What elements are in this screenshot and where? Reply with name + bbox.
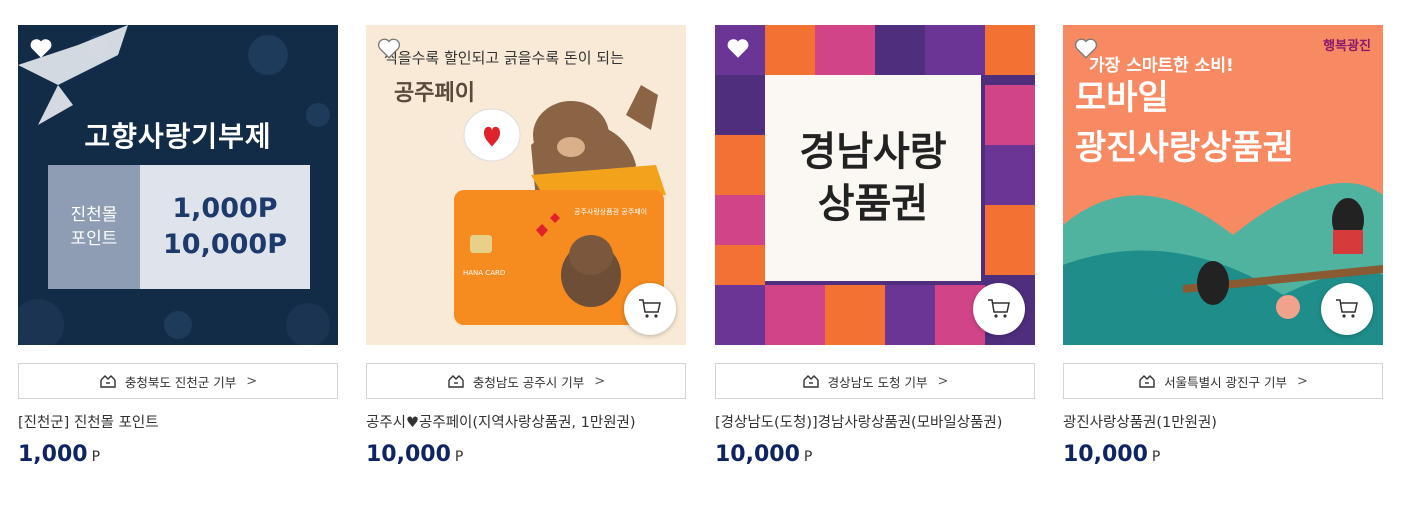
price-unit: P	[803, 449, 813, 465]
heart-icon[interactable]	[376, 35, 402, 61]
product-name[interactable]: 공주시♥공주페이(지역사랑상품권, 1만원권)	[366, 413, 686, 434]
product-grid: 고향사랑기부제 진천몰 포인트 1,000P 10,000P 충청북도 진천군 …	[18, 25, 1384, 515]
brand-logo: 행복광진	[1323, 39, 1371, 54]
cart-icon	[988, 299, 1010, 318]
banner-big-line1: 모바일	[1075, 78, 1169, 118]
price-value: 10,000	[1063, 442, 1148, 467]
add-to-cart-button[interactable]	[624, 283, 676, 335]
product-thumbnail[interactable]: 찍을수록 할인되고 긁을수록 돈이 되는 공주페이 HANA CARD 공주사랑…	[366, 25, 686, 345]
cart-icon	[1336, 299, 1358, 318]
ticket-value1: 1,000P	[172, 193, 278, 224]
banner-title: 고향사랑기부제	[84, 120, 272, 153]
heart-icon[interactable]	[725, 35, 751, 61]
banner-title-line2: 상품권	[817, 181, 929, 227]
donate-label: 경상남도 도청 기부	[827, 374, 928, 390]
add-to-cart-button[interactable]	[1321, 283, 1373, 335]
price-unit: P	[454, 449, 464, 465]
price-value: 10,000	[715, 442, 800, 467]
product-card: 가장 스마트한 소비! 모바일 광진사랑상품권 행복광진 서울특별시 광진구 기…	[1063, 25, 1383, 467]
product-name[interactable]: [경상남도(도청)]경남사랑상품권(모바일상품권)	[715, 413, 1035, 434]
add-to-cart-button[interactable]	[973, 283, 1025, 335]
donate-button[interactable]: 서울특별시 광진구 기부 >	[1063, 363, 1383, 399]
chevron-right-icon: >	[937, 373, 949, 389]
heart-icon[interactable]	[1073, 35, 1099, 61]
price-unit: P	[1151, 449, 1161, 465]
product-thumbnail[interactable]: 고향사랑기부제 진천몰 포인트 1,000P 10,000P	[18, 25, 338, 345]
product-card: 경남사랑 상품권 경상남도 도청 기부 > [경상남도(도청)]경남사랑상품권(…	[715, 25, 1035, 467]
banner-big-line2: 광진사랑상품권	[1075, 128, 1294, 168]
ticket-graphic: 진천몰 포인트 1,000P 10,000P	[48, 165, 310, 289]
ticket-left-line1: 진천몰	[70, 205, 118, 225]
donate-label: 충청북도 진천군 기부	[124, 374, 237, 390]
donate-button[interactable]: 경상남도 도청 기부 >	[715, 363, 1035, 399]
cart-icon	[639, 299, 661, 318]
banner-title: 경남사랑 상품권	[765, 75, 981, 281]
product-thumbnail[interactable]: 경남사랑 상품권	[715, 25, 1035, 345]
ticket-value2: 10,000P	[163, 229, 287, 260]
product-price: 10,000 P	[366, 442, 686, 467]
product-price: 1,000 P	[18, 442, 338, 467]
banner-title-line1: 경남사랑	[799, 129, 947, 175]
product-price: 10,000 P	[1063, 442, 1383, 467]
price-value: 1,000	[18, 442, 88, 467]
ticket-left-line2: 포인트	[70, 229, 118, 249]
product-name[interactable]: [진천군] 진천몰 포인트	[18, 413, 338, 434]
donate-label: 서울특별시 광진구 기부	[1164, 374, 1288, 390]
price-unit: P	[91, 449, 101, 465]
chevron-right-icon: >	[594, 373, 606, 389]
donation-box-icon	[1139, 375, 1155, 388]
donation-box-icon	[448, 375, 464, 388]
donate-label: 충청남도 공주시 기부	[472, 374, 585, 390]
donation-box-icon	[802, 375, 819, 388]
donate-button[interactable]: 충청남도 공주시 기부 >	[366, 363, 686, 399]
heart-icon[interactable]	[28, 35, 54, 61]
chevron-right-icon: >	[246, 373, 258, 389]
product-price: 10,000 P	[715, 442, 1035, 467]
price-value: 10,000	[366, 442, 451, 467]
donate-button[interactable]: 충청북도 진천군 기부 >	[18, 363, 338, 399]
product-card: 찍을수록 할인되고 긁을수록 돈이 되는 공주페이 HANA CARD 공주사랑…	[366, 25, 686, 467]
product-name[interactable]: 광진사랑상품권(1만원권)	[1063, 413, 1383, 434]
ticket-right: 1,000P 10,000P	[140, 165, 310, 289]
chevron-right-icon: >	[1297, 373, 1308, 389]
product-thumbnail[interactable]: 가장 스마트한 소비! 모바일 광진사랑상품권 행복광진	[1063, 25, 1383, 345]
donation-box-icon	[100, 375, 116, 388]
product-card: 고향사랑기부제 진천몰 포인트 1,000P 10,000P 충청북도 진천군 …	[18, 25, 338, 467]
ticket-left: 진천몰 포인트	[48, 165, 140, 289]
banner-big-text: 모바일 광진사랑상품권	[1075, 73, 1294, 173]
